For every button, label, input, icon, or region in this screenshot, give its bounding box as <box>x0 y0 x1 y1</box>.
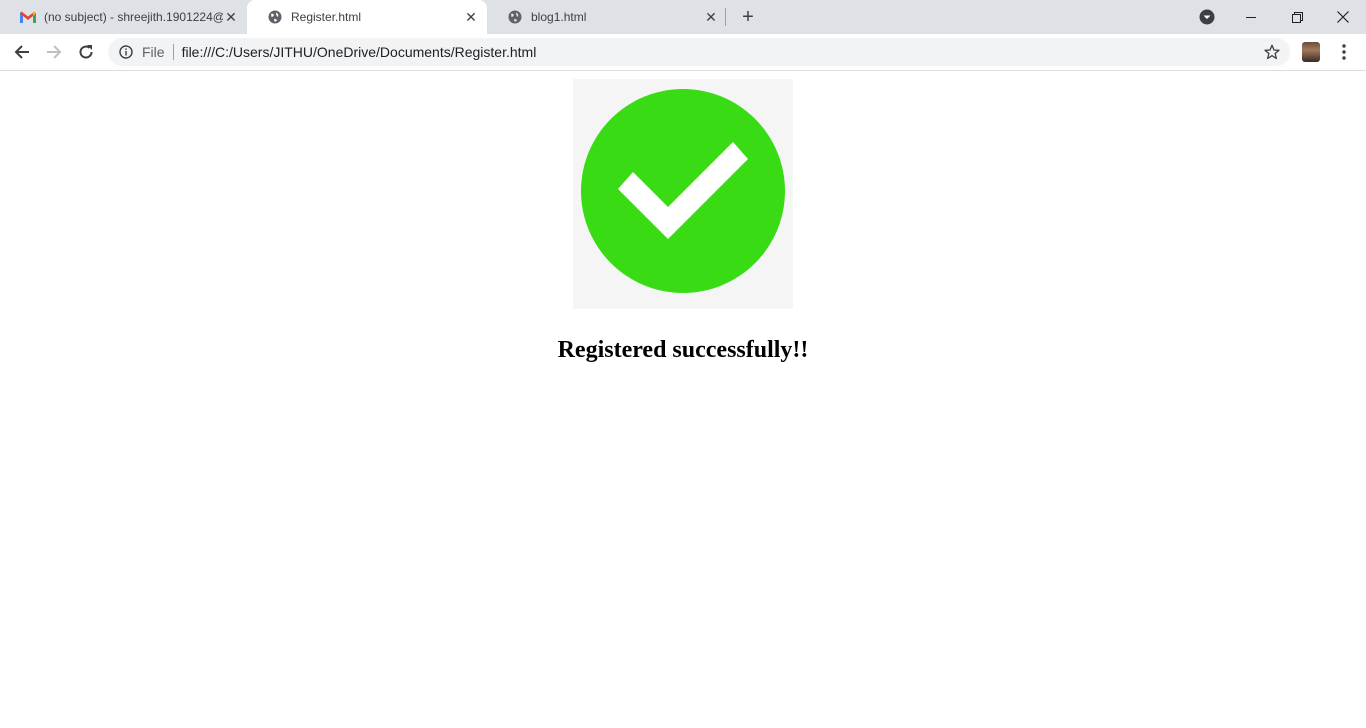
tab-title: blog1.html <box>531 10 587 24</box>
star-icon[interactable] <box>1262 42 1282 62</box>
address-bar[interactable]: File file:///C:/Users/JITHU/OneDrive/Doc… <box>108 38 1290 66</box>
page-title: Registered successfully!! <box>557 337 809 363</box>
tab-strip: (no subject) - shreejith.1901224@ ✕ Regi… <box>0 0 1366 34</box>
tab-title: Register.html <box>291 10 362 24</box>
minimize-icon <box>1246 17 1256 18</box>
tab-search-button[interactable] <box>1184 0 1230 34</box>
reload-button[interactable] <box>72 38 100 66</box>
tab-separator <box>725 8 726 26</box>
more-vert-icon <box>1342 44 1346 60</box>
close-window-button[interactable] <box>1320 0 1366 34</box>
chevron-down-icon <box>1199 9 1215 25</box>
tab-blog[interactable]: blog1.html ✕ <box>487 0 727 34</box>
tab-register[interactable]: Register.html ✕ <box>247 0 487 34</box>
minimize-button[interactable] <box>1228 0 1274 34</box>
globe-icon <box>507 9 523 25</box>
info-icon[interactable] <box>118 44 134 60</box>
url-text[interactable]: file:///C:/Users/JITHU/OneDrive/Document… <box>182 44 1262 60</box>
reload-icon <box>79 45 93 59</box>
scheme-label: File <box>142 44 165 60</box>
close-icon[interactable]: ✕ <box>223 9 239 25</box>
restore-icon <box>1291 11 1303 23</box>
globe-icon <box>267 9 283 25</box>
restore-button[interactable] <box>1274 0 1320 34</box>
gmail-icon <box>20 9 36 25</box>
close-icon[interactable]: ✕ <box>703 9 719 25</box>
menu-button[interactable] <box>1334 40 1354 64</box>
back-button[interactable] <box>8 38 36 66</box>
new-tab-button[interactable]: + <box>737 6 759 28</box>
check-circle-icon <box>581 89 785 293</box>
close-icon <box>1337 11 1349 23</box>
arrow-right-icon <box>47 45 62 59</box>
tab-title: (no subject) - shreejith.1901224@ <box>44 10 223 24</box>
close-icon[interactable]: ✕ <box>463 9 479 25</box>
tab-gmail[interactable]: (no subject) - shreejith.1901224@ ✕ <box>0 0 247 34</box>
browser-toolbar: File file:///C:/Users/JITHU/OneDrive/Doc… <box>0 34 1366 71</box>
arrow-left-icon <box>14 45 29 59</box>
forward-button[interactable] <box>40 38 68 66</box>
omnibox-divider <box>172 44 174 60</box>
profile-avatar[interactable] <box>1302 42 1320 62</box>
page-content: Registered successfully!! <box>0 71 1366 728</box>
success-image <box>573 79 793 309</box>
